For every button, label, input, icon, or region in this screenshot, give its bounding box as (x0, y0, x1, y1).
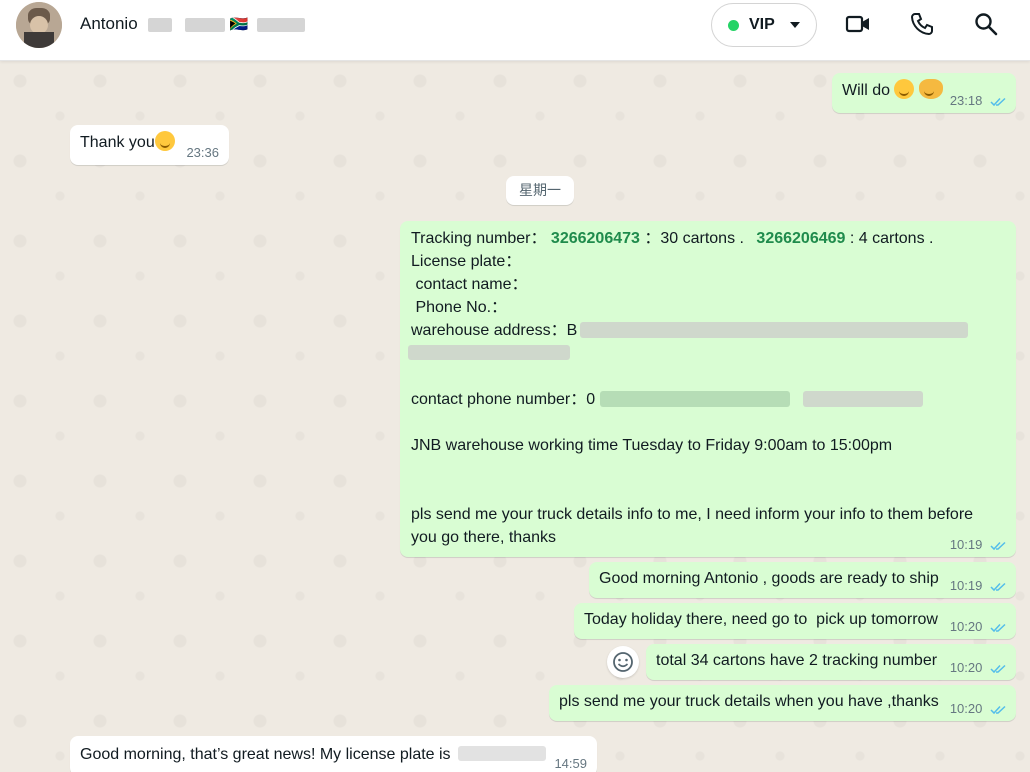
contact-name[interactable]: Antonio 🇿🇦 (80, 14, 306, 34)
vip-label: VIP (749, 16, 775, 33)
message-text-content: Good morning, that’s great news! My lice… (80, 746, 451, 763)
message-text-content: Thank you (80, 134, 155, 151)
message-meta: 10:20 (950, 702, 1006, 716)
vip-dropdown[interactable]: VIP (711, 3, 817, 47)
contact-phone-line: contact phone number：0 (411, 391, 596, 408)
contact-name-text: Antonio (80, 14, 138, 33)
tracking-number-link[interactable]: 3266206473 (551, 230, 640, 247)
message-time: 10:20 (949, 660, 983, 675)
redacted-name (185, 17, 226, 32)
redacted-address (580, 322, 968, 338)
message-meta: 10:20 (950, 661, 1006, 675)
search-icon[interactable] (973, 11, 999, 37)
message-text-content: pls send me your truck details when you … (559, 693, 939, 710)
chat-header: Antonio 🇿🇦 VIP (0, 0, 1030, 61)
chat-messages-area[interactable]: Will do 23:18 Thank you 23:36 星期一 Tracki… (0, 61, 1030, 772)
day-separator: 星期一 (506, 176, 574, 205)
license-plate-line: License plate： (411, 253, 522, 270)
message-text-content: Will do (842, 82, 891, 99)
hugging-face-emoji (154, 131, 175, 151)
message-meta: 10:19 (950, 538, 1006, 552)
message-incoming[interactable]: Good morning, that’s great news! My lice… (70, 736, 597, 772)
redacted-name (803, 391, 923, 407)
message-time: 10:19 (949, 578, 983, 593)
redacted-name (257, 17, 306, 32)
message-time: 23:18 (949, 93, 983, 108)
message-meta: 23:36 (186, 146, 219, 160)
warehouse-address-line: warehouse address：B (411, 322, 578, 339)
request-line: pls send me your truck details info to m… (411, 506, 974, 523)
message-time: 23:36 (186, 145, 219, 160)
flag-icon: 🇿🇦 (229, 16, 249, 33)
tracking-label: Tracking number： (411, 230, 547, 247)
message-outgoing[interactable]: total 34 cartons have 2 tracking number … (646, 644, 1016, 680)
video-call-icon[interactable] (845, 11, 871, 37)
message-outgoing[interactable]: Will do 23:18 (832, 73, 1016, 113)
voice-call-icon[interactable] (909, 11, 935, 37)
redacted-address (408, 345, 570, 360)
message-outgoing[interactable]: Good morning Antonio , goods are ready t… (589, 562, 1016, 598)
relieved-face-emoji (894, 79, 915, 99)
working-time-line: JNB warehouse working time Tuesday to Fr… (411, 437, 893, 454)
add-reaction-button[interactable] (607, 646, 639, 678)
message-text-content: total 34 cartons have 2 tracking number (656, 652, 938, 669)
tracking-number-link[interactable]: 3266206469 (756, 230, 845, 247)
message-time: 14:59 (554, 756, 587, 771)
message-time: 10:20 (949, 619, 983, 634)
message-time: 10:19 (949, 537, 983, 552)
redacted-license-plate (458, 746, 546, 761)
double-check-icon (990, 97, 1006, 106)
message-outgoing[interactable]: pls send me your truck details when you … (549, 685, 1016, 721)
double-check-icon (990, 664, 1006, 673)
message-incoming[interactable]: Thank you 23:36 (70, 125, 229, 165)
smiley-icon (613, 652, 633, 672)
message-text-content: Today holiday there, need go to pick up … (584, 611, 938, 628)
cartons-count: ：30 cartons . (644, 230, 744, 247)
handshake-emoji (918, 79, 943, 99)
message-meta: 10:20 (950, 620, 1006, 634)
message-text-content: Good morning Antonio , goods are ready t… (599, 570, 939, 587)
double-check-icon (990, 705, 1006, 714)
message-meta: 10:19 (950, 579, 1006, 593)
cartons-count: : 4 cartons . (849, 230, 934, 247)
phone-line: Phone No.： (411, 299, 508, 316)
online-status-dot (728, 20, 739, 31)
redacted-phone (600, 391, 790, 407)
message-text: Will do (842, 79, 943, 102)
redacted-name (148, 17, 173, 32)
double-check-icon (990, 582, 1006, 591)
message-meta: 23:18 (950, 94, 1006, 108)
message-outgoing[interactable]: Tracking number： 3266206473 ：30 cartons … (400, 221, 1016, 557)
message-time: 10:20 (949, 701, 983, 716)
message-outgoing[interactable]: Today holiday there, need go to pick up … (574, 603, 1016, 639)
contact-name-line: contact name： (411, 276, 528, 293)
double-check-icon (990, 623, 1006, 632)
message-text: Thank you (80, 131, 175, 154)
request-line: you go there, thanks (411, 529, 556, 546)
tracking-line: Tracking number： 3266206473 ：30 cartons … (411, 227, 933, 250)
message-meta: 14:59 (554, 757, 587, 771)
chevron-down-icon (790, 22, 800, 28)
contact-avatar[interactable] (16, 2, 62, 48)
double-check-icon (990, 541, 1006, 550)
